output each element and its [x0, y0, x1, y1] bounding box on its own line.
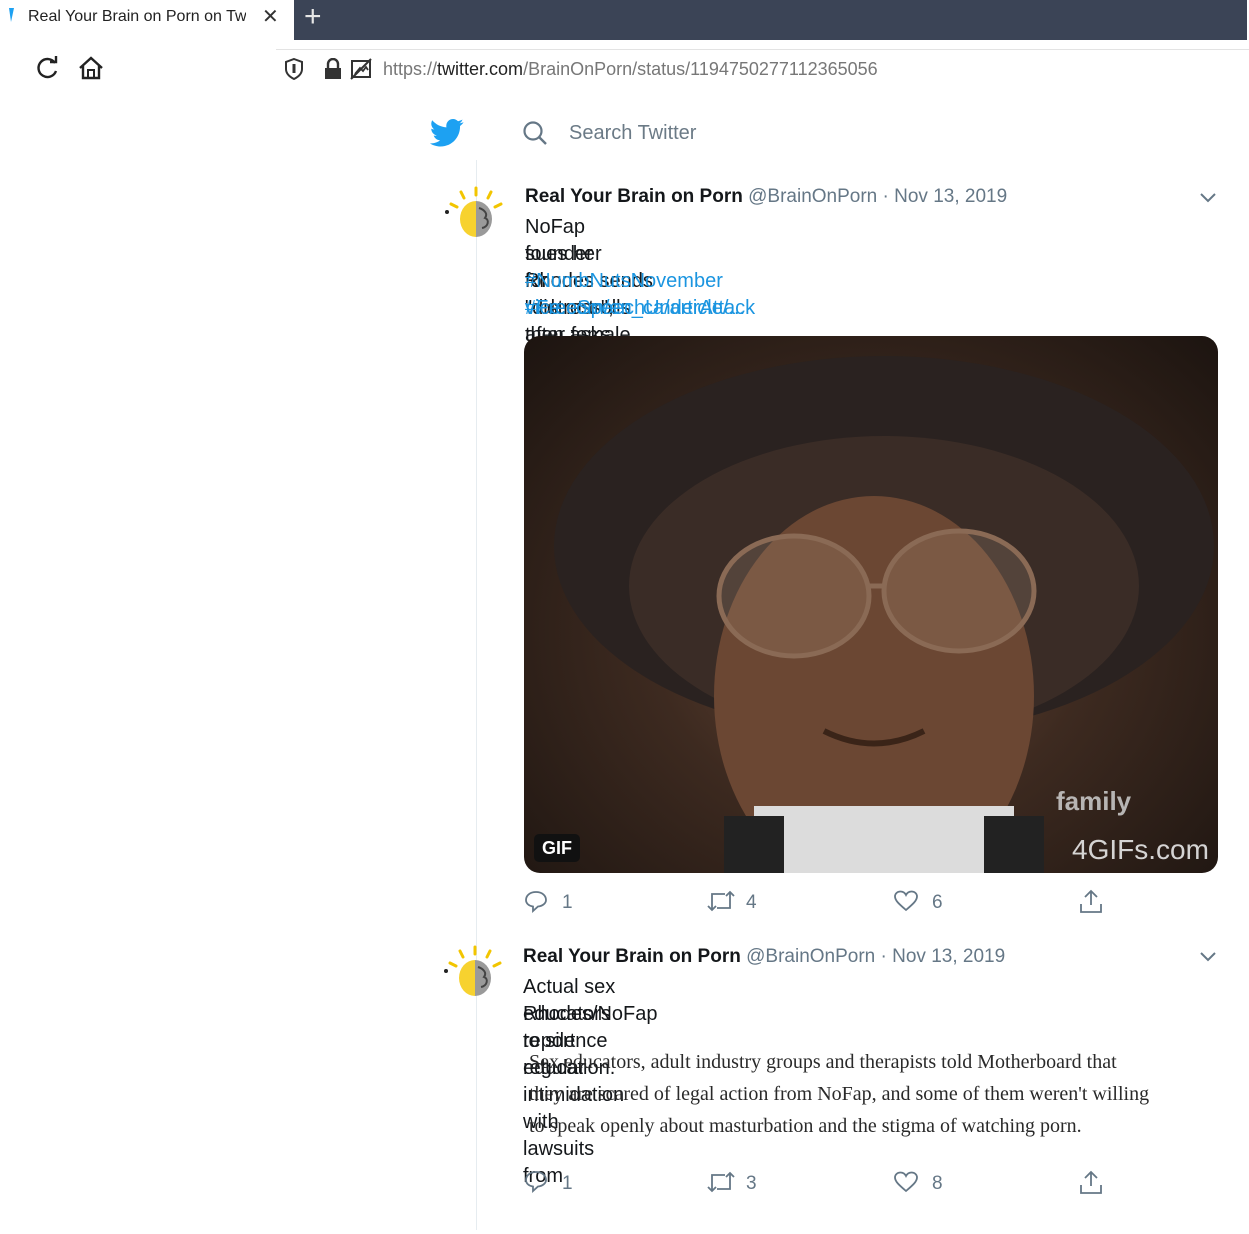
like-count: 6 [932, 892, 943, 913]
article-link[interactable]: vice.com/en_ca/article/... [525, 295, 745, 322]
thread-line [476, 160, 477, 1230]
separator-dot: · [882, 186, 889, 207]
quoted-excerpt: Sex educators, adult industry groups and… [529, 1046, 1219, 1142]
quote-line: Sex educators, adult industry groups and… [529, 1051, 1117, 1073]
retweet-icon[interactable] [707, 890, 735, 912]
retweet-icon[interactable] [707, 1171, 735, 1193]
blocked-media-icon[interactable] [350, 58, 372, 80]
tab-strip [294, 0, 1247, 40]
quote-line: they are scared of legal action from NoF… [529, 1083, 1150, 1105]
like-icon[interactable] [894, 890, 918, 912]
new-tab-icon[interactable]: + [304, 2, 322, 32]
avatar[interactable] [442, 943, 508, 1009]
url-text[interactable]: https://twitter.com/BrainOnPorn/status/1… [383, 59, 878, 80]
watermark-logo: family [1056, 786, 1132, 816]
chevron-down-icon[interactable] [1200, 951, 1216, 963]
retweet-count: 4 [746, 892, 757, 913]
close-tab-icon[interactable]: ✕ [262, 5, 279, 29]
twitter-logo-icon[interactable] [430, 118, 464, 148]
gif-media[interactable]: family 4GIFs.com [524, 336, 1218, 873]
watermark-site: 4GIFs.com [1072, 834, 1209, 865]
separator-dot: · [880, 946, 887, 967]
search-icon[interactable] [522, 120, 548, 146]
reply-icon[interactable] [524, 889, 548, 913]
like-icon[interactable] [894, 1171, 918, 1193]
url-scheme: https:// [383, 59, 438, 79]
url-path: /BrainOnPorn/status/1194750277112365056 [523, 59, 878, 79]
search-input[interactable]: Search Twitter [569, 122, 696, 145]
tweet-date[interactable]: Nov 13, 2019 [894, 186, 1007, 207]
gif-badge: GIF [534, 834, 580, 862]
tweet-header: Real Your Brain on Porn @BrainOnPorn · N… [525, 186, 1007, 208]
shield-icon[interactable] [285, 58, 303, 80]
url-domain: twitter.com [437, 59, 524, 79]
avatar[interactable] [443, 184, 509, 250]
user-handle[interactable]: @BrainOnPorn [748, 186, 877, 207]
lock-icon[interactable] [324, 58, 342, 80]
reload-icon[interactable] [34, 54, 62, 82]
user-handle[interactable]: @BrainOnPorn [746, 946, 875, 967]
tab-title: Real Your Brain on Porn on Tw [28, 8, 246, 25]
share-icon[interactable] [1079, 888, 1103, 914]
like-count: 8 [932, 1173, 943, 1194]
share-icon[interactable] [1079, 1169, 1103, 1195]
browser-tab[interactable]: Real Your Brain on Porn on Tw ✕ [0, 0, 290, 38]
reply-icon[interactable] [524, 1169, 548, 1193]
display-name[interactable]: Real Your Brain on Porn [525, 186, 743, 207]
tweet-date[interactable]: Nov 13, 2019 [892, 946, 1005, 967]
reply-count: 1 [562, 1173, 573, 1194]
reply-count: 1 [562, 892, 573, 913]
tweet-header: Real Your Brain on Porn @BrainOnPorn · N… [523, 946, 1005, 968]
twitter-favicon-icon [9, 8, 14, 22]
home-icon[interactable] [77, 54, 105, 82]
retweet-count: 3 [746, 1173, 757, 1194]
display-name[interactable]: Real Your Brain on Porn [523, 946, 741, 967]
chevron-down-icon[interactable] [1200, 192, 1216, 204]
quote-line: to speak openly about masturbation and t… [529, 1115, 1082, 1137]
